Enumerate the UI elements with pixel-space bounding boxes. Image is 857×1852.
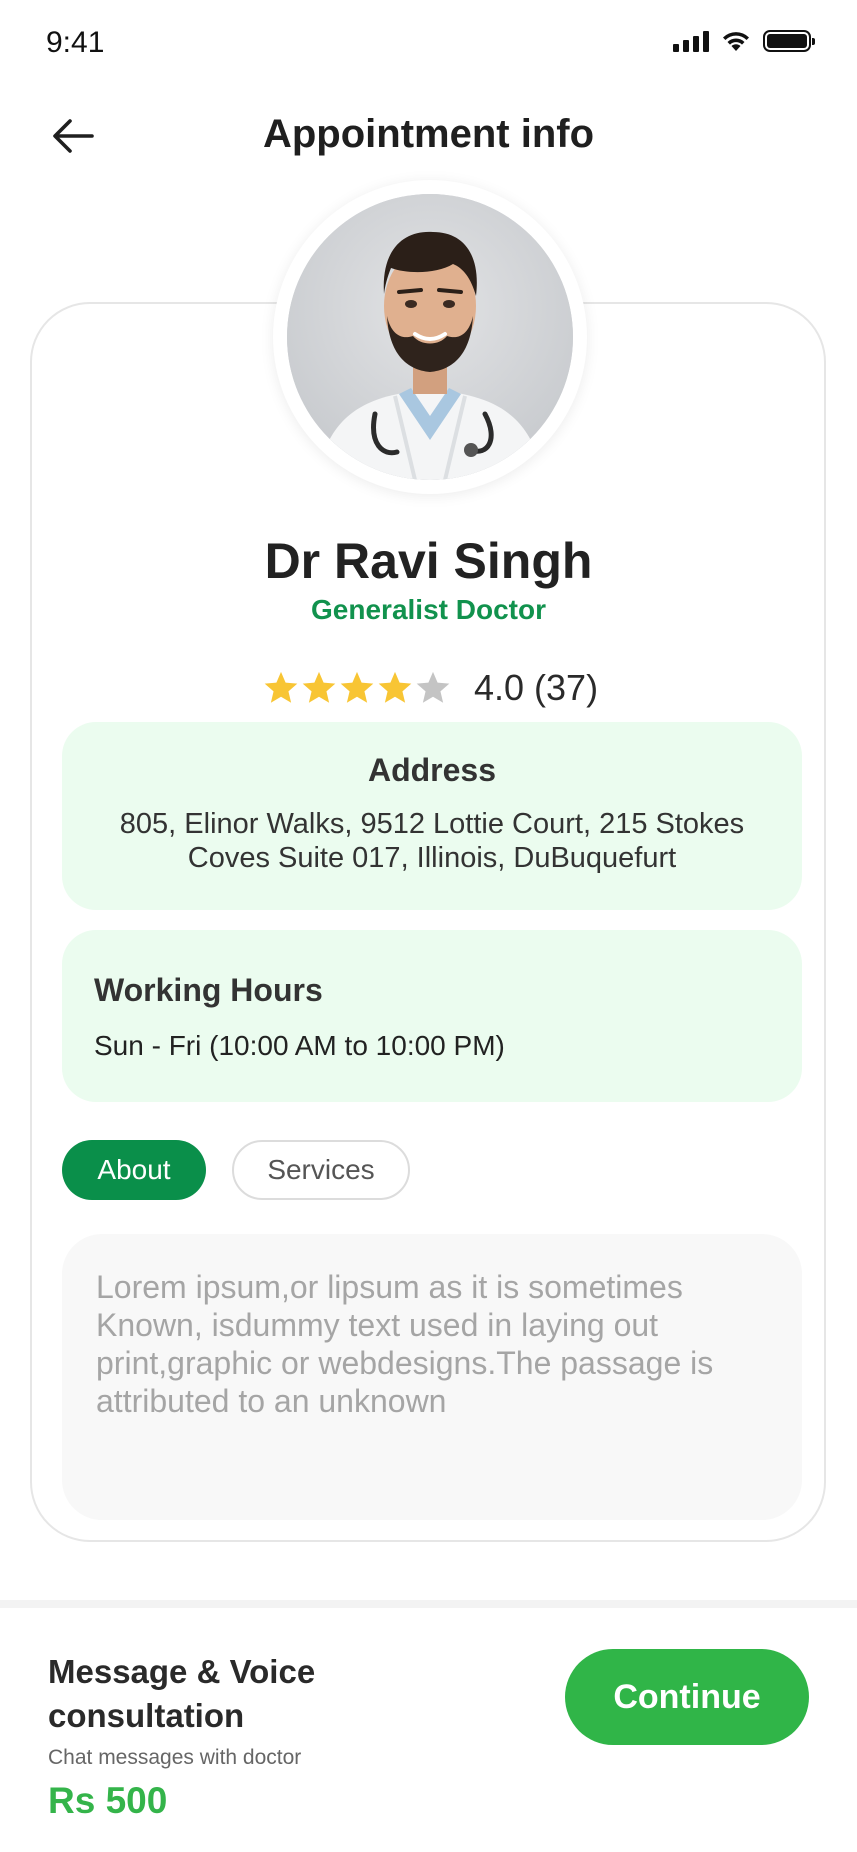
star-filled-icon — [340, 671, 374, 703]
doctor-name: Dr Ravi Singh — [264, 533, 593, 589]
continue-button[interactable]: Continue — [565, 1649, 809, 1745]
working-hours-title: Working Hours — [94, 972, 323, 1008]
doctor-specialty: Generalist Doctor — [311, 594, 546, 625]
battery-icon — [763, 30, 815, 52]
status-icons — [673, 30, 815, 52]
working-hours-card: Working Hours Sun - Fri (10:00 AM to 10:… — [62, 930, 802, 1102]
consultation-title: Message & Voice consultation — [48, 1653, 316, 1734]
doctor-avatar — [287, 194, 573, 480]
about-text: Lorem ipsum,or lipsum as it is sometimes… — [96, 1269, 714, 1419]
star-empty-icon — [416, 671, 450, 703]
address-card: Address 805, Elinor Walks, 9512 Lottie C… — [62, 722, 802, 910]
signal-icon — [673, 30, 709, 52]
consultation-subtitle: Chat messages with doctor — [48, 1746, 302, 1769]
about-panel: Lorem ipsum,or lipsum as it is sometimes… — [62, 1234, 802, 1520]
rating-text: 4.0 (37) — [474, 667, 599, 708]
address-title: Address — [367, 752, 497, 788]
status-bar: 9:41 — [0, 0, 857, 90]
status-time: 9:41 — [46, 26, 105, 59]
star-filled-icon — [378, 671, 412, 703]
page-title: Appointment info — [262, 112, 595, 156]
address-text: 805, Elinor Walks, 9512 Lottie Court, 21… — [119, 808, 745, 874]
star-filled-icon — [302, 671, 336, 703]
doctor-portrait — [287, 194, 573, 480]
wifi-icon — [723, 32, 749, 51]
doctor-avatar-frame — [273, 180, 587, 494]
bottom-bar: Message & Voice consultation Chat messag… — [0, 1600, 857, 1852]
tab-services[interactable]: Services — [232, 1140, 410, 1200]
working-hours-text: Sun - Fri (10:00 AM to 10:00 PM) — [94, 1030, 505, 1061]
rating-row: 4.0 (37) — [262, 664, 598, 712]
consultation-price: Rs 500 — [48, 1780, 168, 1821]
tab-about[interactable]: About — [62, 1140, 206, 1200]
star-filled-icon — [264, 671, 298, 703]
rating-stars — [262, 669, 452, 707]
